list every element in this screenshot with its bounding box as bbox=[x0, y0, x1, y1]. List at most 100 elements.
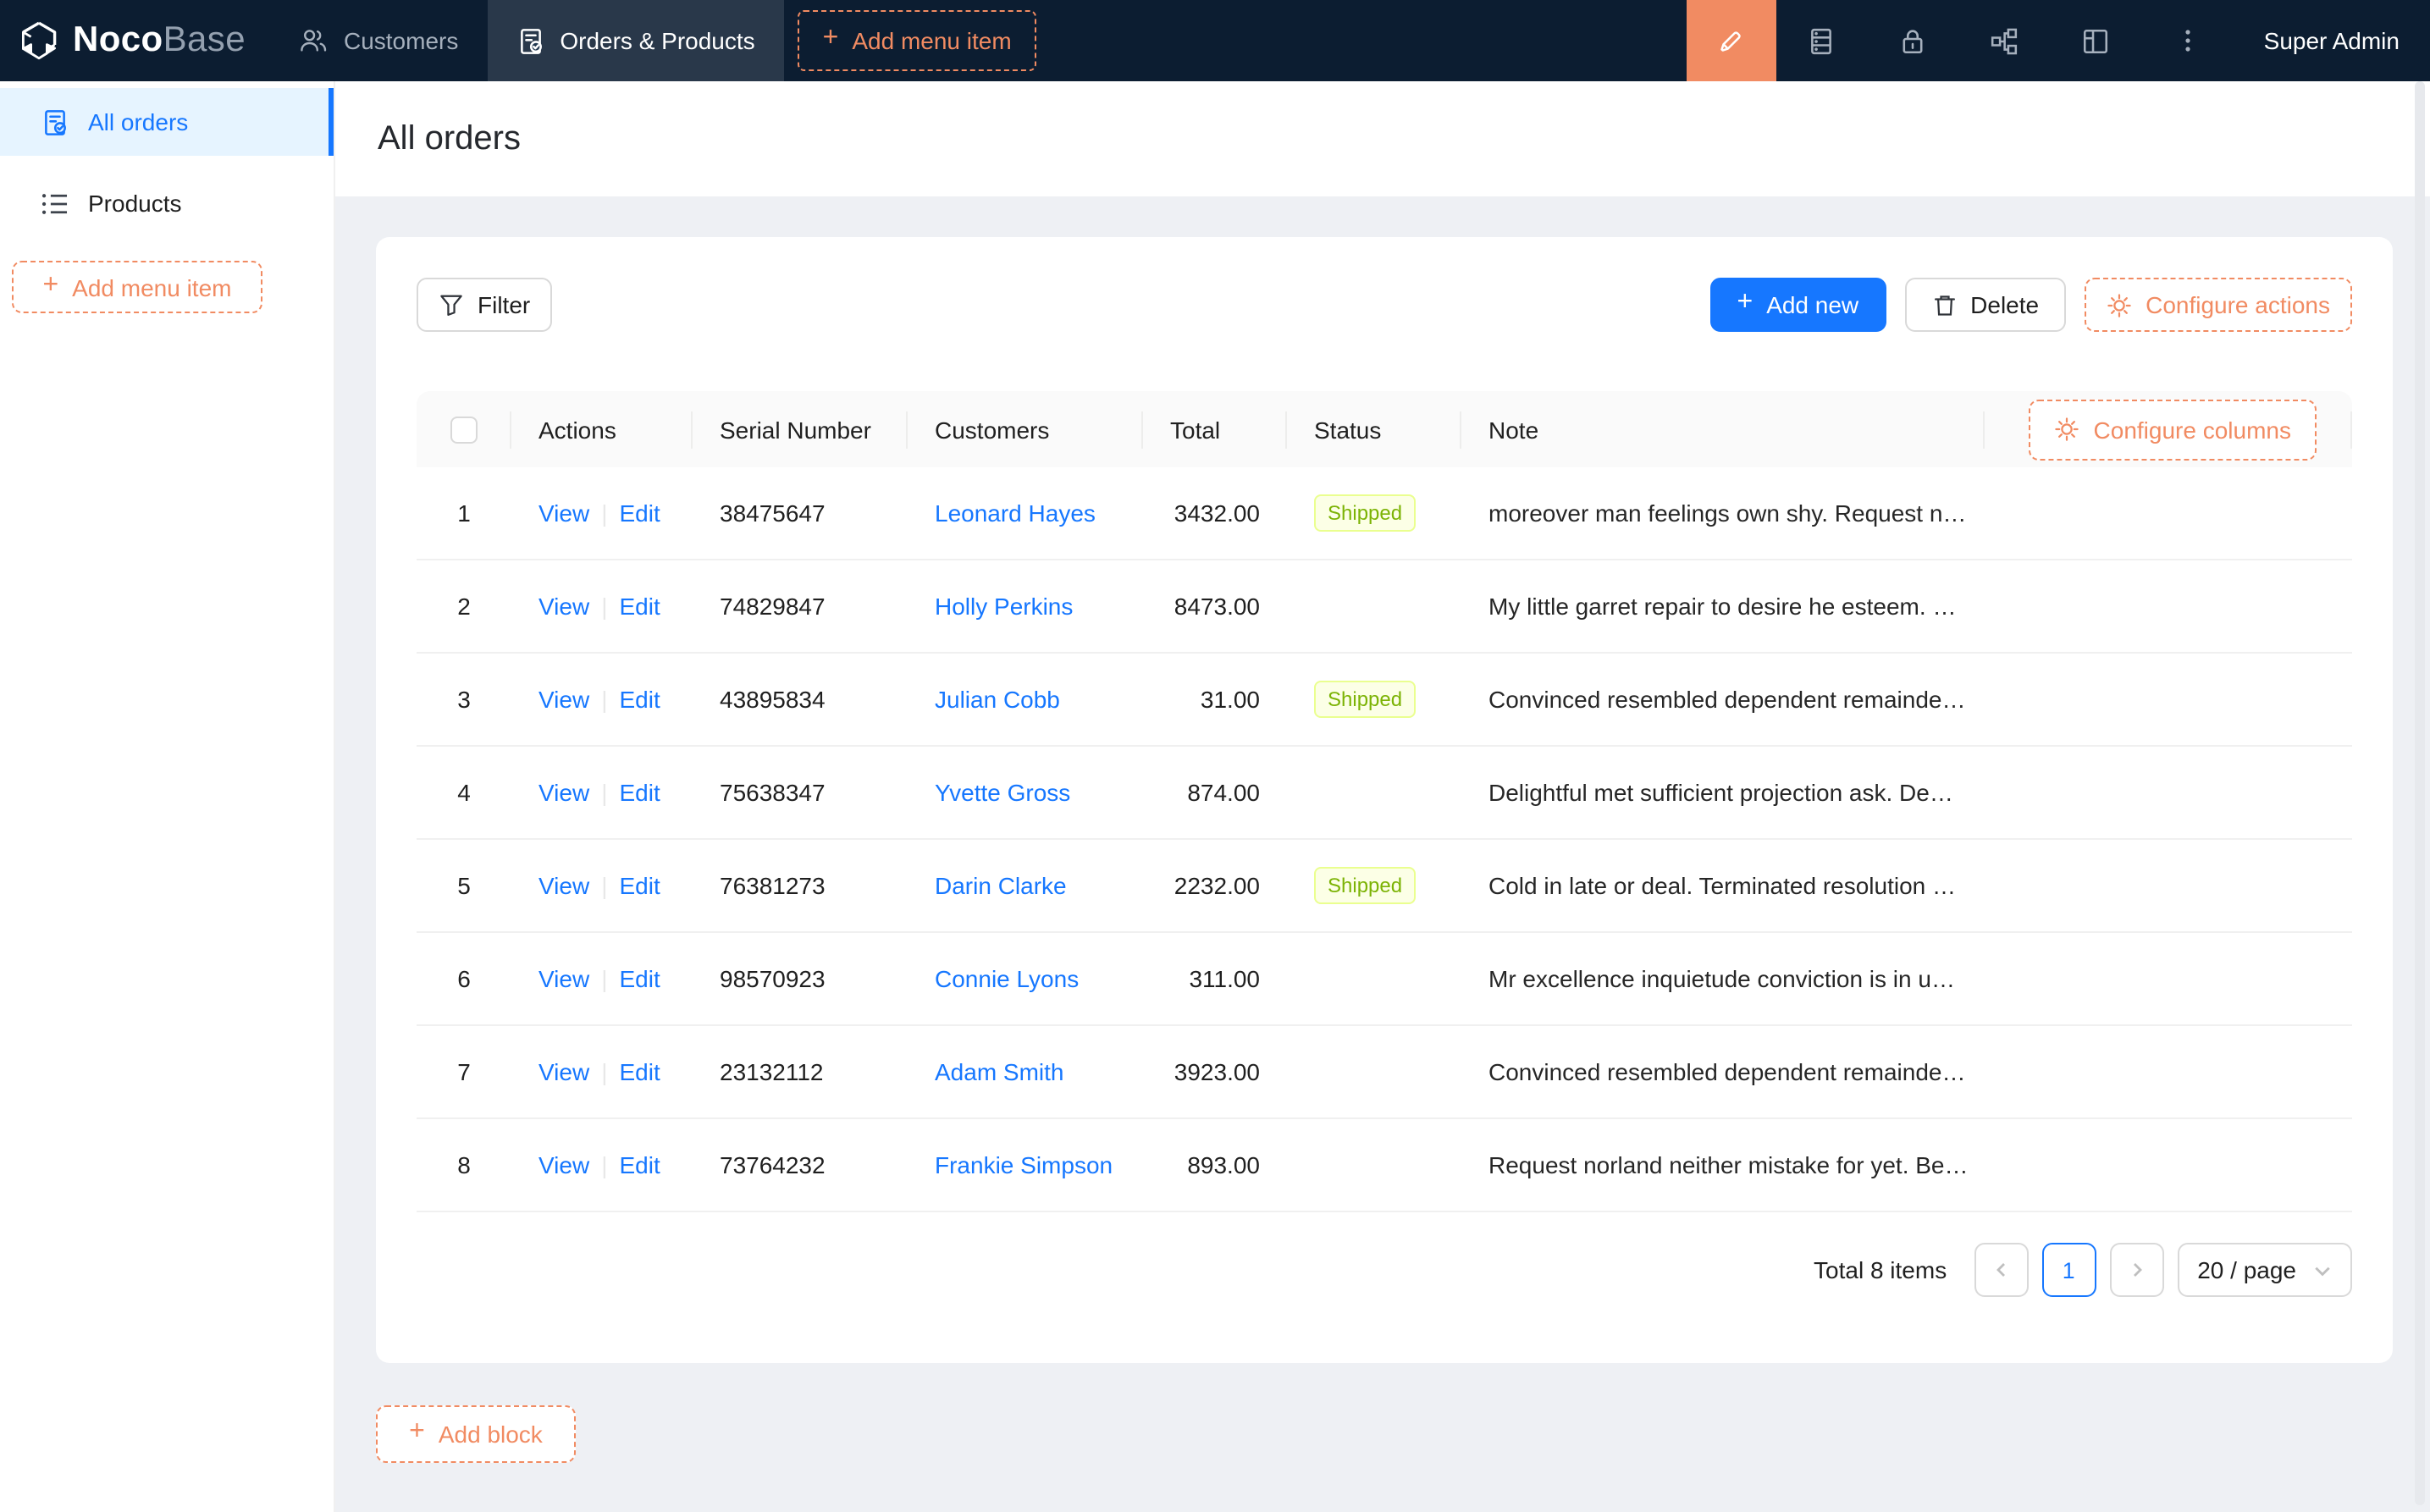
column-header-serial-number: Serial Number bbox=[693, 391, 908, 467]
customer-cell: Holly Perkins bbox=[908, 593, 1143, 620]
nav-item-label: Customers bbox=[344, 27, 458, 54]
note-cell: Request norland neither mistake for yet.… bbox=[1461, 1151, 2352, 1178]
table-row: 4 View|Edit 75638347 Yvette Gross 874.00… bbox=[417, 747, 2352, 840]
layout-button[interactable] bbox=[2051, 0, 2142, 81]
actions-cell: View|Edit bbox=[511, 593, 693, 620]
customer-link[interactable]: Leonard Hayes bbox=[935, 499, 1096, 527]
status-cell: Shipped bbox=[1287, 681, 1461, 718]
table-row: 5 View|Edit 76381273 Darin Clarke 2232.0… bbox=[417, 840, 2352, 933]
status-cell: Shipped bbox=[1287, 494, 1461, 532]
more-ellipsis-icon bbox=[2174, 27, 2201, 54]
view-link[interactable]: View bbox=[538, 779, 589, 806]
table-row: 1 View|Edit 38475647 Leonard Hayes 3432.… bbox=[417, 467, 2352, 560]
table-row: 8 View|Edit 73764232 Frankie Simpson 893… bbox=[417, 1119, 2352, 1212]
customer-link[interactable]: Darin Clarke bbox=[935, 872, 1067, 899]
trash-icon bbox=[1931, 292, 1957, 317]
data-sources-button[interactable] bbox=[1776, 0, 1868, 81]
customer-cell: Leonard Hayes bbox=[908, 499, 1143, 527]
nav-item-customers[interactable]: Customers bbox=[269, 0, 487, 81]
customer-cell: Yvette Gross bbox=[908, 779, 1143, 806]
table-body: 1 View|Edit 38475647 Leonard Hayes 3432.… bbox=[417, 467, 2352, 1212]
action-divider: | bbox=[601, 965, 607, 992]
view-link[interactable]: View bbox=[538, 1151, 589, 1178]
permissions-button[interactable] bbox=[1868, 0, 1959, 81]
total-cell: 893.00 bbox=[1143, 1151, 1287, 1178]
team-icon bbox=[298, 27, 329, 54]
scrollbar[interactable] bbox=[2415, 81, 2425, 1505]
prev-page-button[interactable] bbox=[1974, 1243, 2028, 1297]
edit-link[interactable]: Edit bbox=[619, 593, 660, 620]
customer-link[interactable]: Connie Lyons bbox=[935, 965, 1079, 992]
action-divider: | bbox=[601, 499, 607, 527]
edit-link[interactable]: Edit bbox=[619, 1058, 660, 1085]
view-link[interactable]: View bbox=[538, 965, 589, 992]
serial-cell: 38475647 bbox=[693, 499, 908, 527]
configure-actions-button[interactable]: Configure actions bbox=[2085, 278, 2352, 332]
serial-cell: 98570923 bbox=[693, 965, 908, 992]
filter-button[interactable]: Filter bbox=[417, 278, 552, 332]
sidebar-item-products[interactable]: Products bbox=[0, 169, 334, 237]
header-checkbox-cell bbox=[417, 391, 511, 467]
page-size-select[interactable]: 20 / page bbox=[2177, 1243, 2352, 1297]
edit-link[interactable]: Edit bbox=[619, 779, 660, 806]
more-menu-button[interactable] bbox=[2142, 0, 2234, 81]
edit-link[interactable]: Edit bbox=[619, 965, 660, 992]
table-header-row: Actions Serial Number Customers Total St… bbox=[417, 391, 2352, 467]
actions-cell: View | Edit bbox=[511, 499, 693, 527]
chevron-right-icon bbox=[2128, 1261, 2145, 1278]
total-cell: 3432.00 bbox=[1143, 499, 1287, 527]
sidebar-item-all-orders[interactable]: All orders bbox=[0, 88, 334, 156]
customer-link[interactable]: Adam Smith bbox=[935, 1058, 1064, 1085]
edit-link[interactable]: Edit bbox=[619, 499, 660, 527]
sidebar-item-label: Products bbox=[88, 190, 182, 217]
row-index: 4 bbox=[417, 779, 511, 806]
add-new-button[interactable]: + Add new bbox=[1710, 278, 1886, 332]
lock-icon bbox=[1899, 26, 1928, 55]
sidebar-item-label: All orders bbox=[88, 108, 188, 135]
workflow-button[interactable] bbox=[1959, 0, 2051, 81]
nav-item-orders-products[interactable]: Orders & Products bbox=[487, 0, 783, 81]
note-cell: Convinced resembled dependent remainde… bbox=[1461, 686, 2352, 713]
view-link[interactable]: View bbox=[538, 686, 589, 713]
edit-link[interactable]: Edit bbox=[619, 686, 660, 713]
note-cell: Delightful met sufficient projection ask… bbox=[1461, 779, 2352, 806]
plus-icon: + bbox=[409, 1419, 425, 1446]
customer-cell: Frankie Simpson bbox=[908, 1151, 1143, 1178]
total-cell: 3923.00 bbox=[1143, 1058, 1287, 1085]
pagination-total: Total 8 items bbox=[1814, 1256, 1947, 1283]
customer-link[interactable]: Holly Perkins bbox=[935, 593, 1073, 620]
page-1-button[interactable]: 1 bbox=[2041, 1243, 2096, 1297]
delete-button[interactable]: Delete bbox=[1904, 278, 2066, 332]
view-link[interactable]: View bbox=[538, 593, 589, 620]
filter-icon bbox=[439, 292, 464, 317]
layout-icon bbox=[2082, 26, 2111, 55]
note-cell: Convinced resembled dependent remainde… bbox=[1461, 1058, 2352, 1085]
status-cell: Shipped bbox=[1287, 867, 1461, 904]
user-menu[interactable]: Super Admin bbox=[2234, 0, 2430, 81]
next-page-button[interactable] bbox=[2109, 1243, 2163, 1297]
gear-icon bbox=[2055, 417, 2080, 442]
total-cell: 874.00 bbox=[1143, 779, 1287, 806]
ui-editor-button[interactable] bbox=[1687, 0, 1776, 81]
view-link[interactable]: View bbox=[538, 499, 589, 527]
view-link[interactable]: View bbox=[538, 1058, 589, 1085]
edit-link[interactable]: Edit bbox=[619, 872, 660, 899]
configure-columns-button[interactable]: Configure columns bbox=[2030, 399, 2317, 460]
customer-link[interactable]: Julian Cobb bbox=[935, 686, 1060, 713]
orders-table-block: Filter + Add new bbox=[376, 237, 2393, 1363]
customer-link[interactable]: Frankie Simpson bbox=[935, 1151, 1113, 1178]
app-logo[interactable]: NocoBase bbox=[0, 0, 269, 81]
add-menu-item-button-nav[interactable]: + Add menu item bbox=[798, 10, 1037, 71]
column-header-customers: Customers bbox=[908, 391, 1143, 467]
add-block-button[interactable]: + Add block bbox=[376, 1405, 576, 1463]
edit-link[interactable]: Edit bbox=[619, 1151, 660, 1178]
customer-cell: Julian Cobb bbox=[908, 686, 1143, 713]
pagination: Total 8 items 1 20 / page bbox=[417, 1243, 2352, 1297]
view-link[interactable]: View bbox=[538, 872, 589, 899]
select-all-checkbox[interactable] bbox=[450, 416, 478, 443]
customer-link[interactable]: Yvette Gross bbox=[935, 779, 1070, 806]
serial-cell: 73764232 bbox=[693, 1151, 908, 1178]
column-header-actions: Actions bbox=[511, 391, 693, 467]
add-menu-item-button-sidebar[interactable]: + Add menu item bbox=[12, 261, 262, 313]
actions-cell: View|Edit bbox=[511, 779, 693, 806]
